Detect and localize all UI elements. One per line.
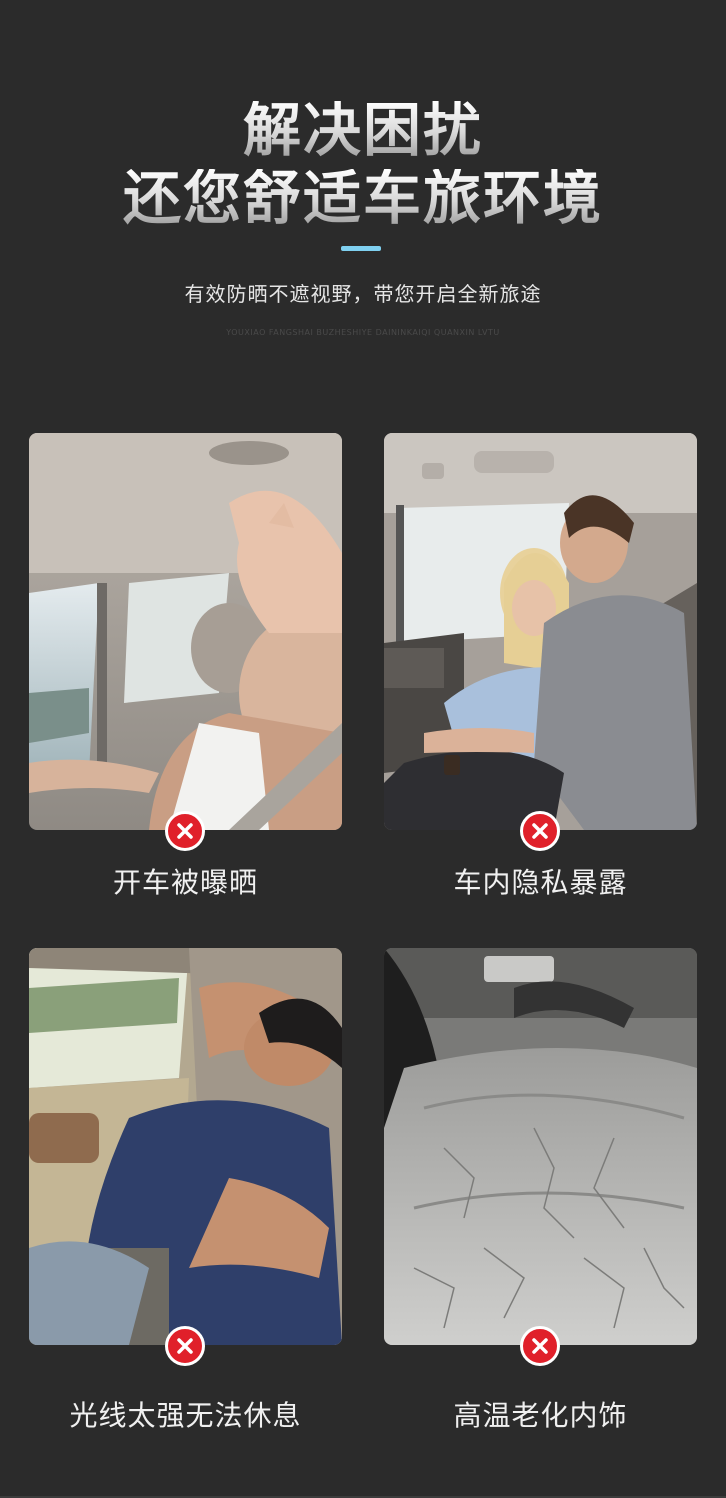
man-sleeping-image — [29, 948, 342, 1345]
pinyin-subtitle: YOUXIAO FANGSHAI BUZHESHIYE DAININKAIQI … — [226, 328, 500, 337]
problem-caption: 高温老化内饰 — [453, 1399, 628, 1432]
photo-man-sleeping — [29, 948, 342, 1345]
problem-caption: 光线太强无法休息 — [69, 1399, 302, 1432]
x-badge-icon — [165, 1326, 205, 1366]
problem-card-sun-exposure: 开车被曝晒 — [29, 433, 342, 899]
x-badge-icon — [520, 1326, 560, 1366]
problem-card-interior-aging: 高温老化内饰 — [384, 948, 697, 1432]
page-title-line-1: 解决困扰 — [0, 101, 726, 159]
accent-bar — [341, 246, 381, 251]
problem-caption: 车内隐私暴露 — [453, 866, 628, 899]
subtitle: 有效防晒不遮视野，带您开启全新旅途 — [184, 282, 542, 306]
x-badge-icon — [165, 811, 205, 851]
x-badge-icon — [520, 811, 560, 851]
couple-back-seat-image — [384, 433, 697, 830]
photo-couple-back-seat — [384, 433, 697, 830]
page: 解决困扰 还您舒适车旅环境 有效防晒不遮视野，带您开启全新旅途 YOUXIAO … — [0, 0, 726, 1498]
cracked-seat-image — [384, 948, 697, 1345]
photo-woman-driving — [29, 433, 342, 830]
photo-cracked-seat — [384, 948, 697, 1345]
page-title-line-2: 还您舒适车旅环境 — [0, 169, 726, 227]
problem-caption: 开车被曝晒 — [112, 866, 258, 899]
problem-card-strong-light: 光线太强无法休息 — [29, 948, 342, 1432]
problem-card-privacy: 车内隐私暴露 — [384, 433, 697, 899]
woman-driving-image — [29, 433, 342, 830]
